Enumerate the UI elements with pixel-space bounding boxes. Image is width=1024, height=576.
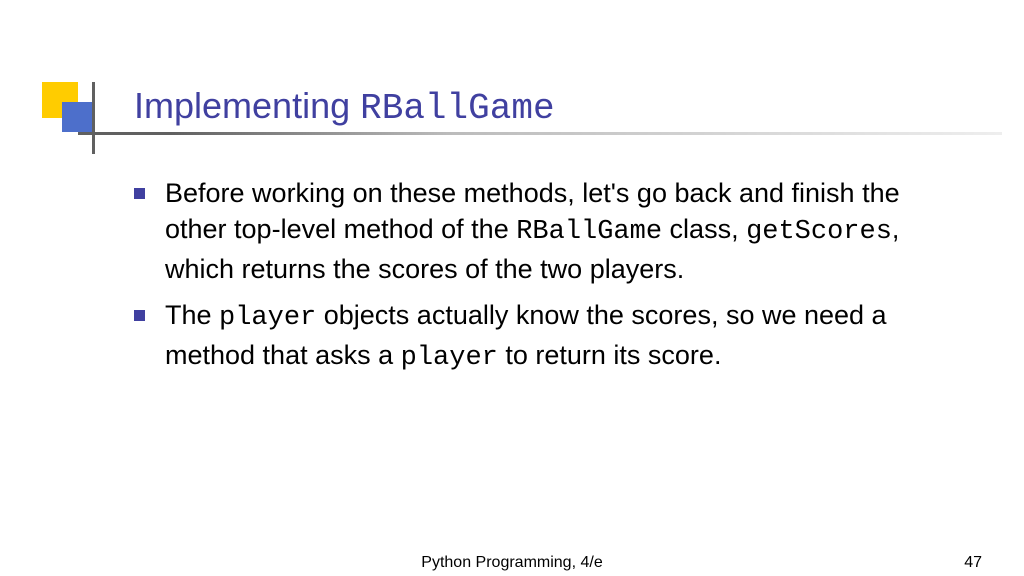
bullet-item: Before working on these methods, let's g… (134, 175, 964, 287)
footer-book-title: Python Programming, 4/e (421, 554, 602, 572)
title-prefix: Implementing (134, 85, 360, 126)
bullet-item: The player objects actually know the sco… (134, 297, 964, 376)
title-rule-vertical (92, 82, 95, 154)
code-span: player (401, 343, 498, 373)
slide-title: Implementing RBallGame (134, 85, 555, 129)
title-code: RBallGame (360, 88, 554, 129)
title-rule-horizontal (78, 132, 1002, 135)
bullet-marker-icon (134, 188, 145, 199)
code-span: player (219, 303, 316, 333)
bullet-text: Before working on these methods, let's g… (165, 175, 964, 287)
text-span: class, (662, 214, 746, 244)
text-span: Before working on these methods, let (165, 178, 611, 208)
footer-page-number: 47 (964, 554, 982, 572)
text-span: The (165, 300, 219, 330)
slide-decoration (42, 82, 90, 130)
bullet-text: The player objects actually know the sco… (165, 297, 964, 376)
text-span: to return its score. (498, 340, 722, 370)
blue-square-icon (62, 102, 92, 132)
code-span: getScores (746, 217, 892, 247)
bullet-marker-icon (134, 310, 145, 321)
slide-body: Before working on these methods, let's g… (134, 175, 964, 386)
code-span: RBallGame (516, 217, 662, 247)
